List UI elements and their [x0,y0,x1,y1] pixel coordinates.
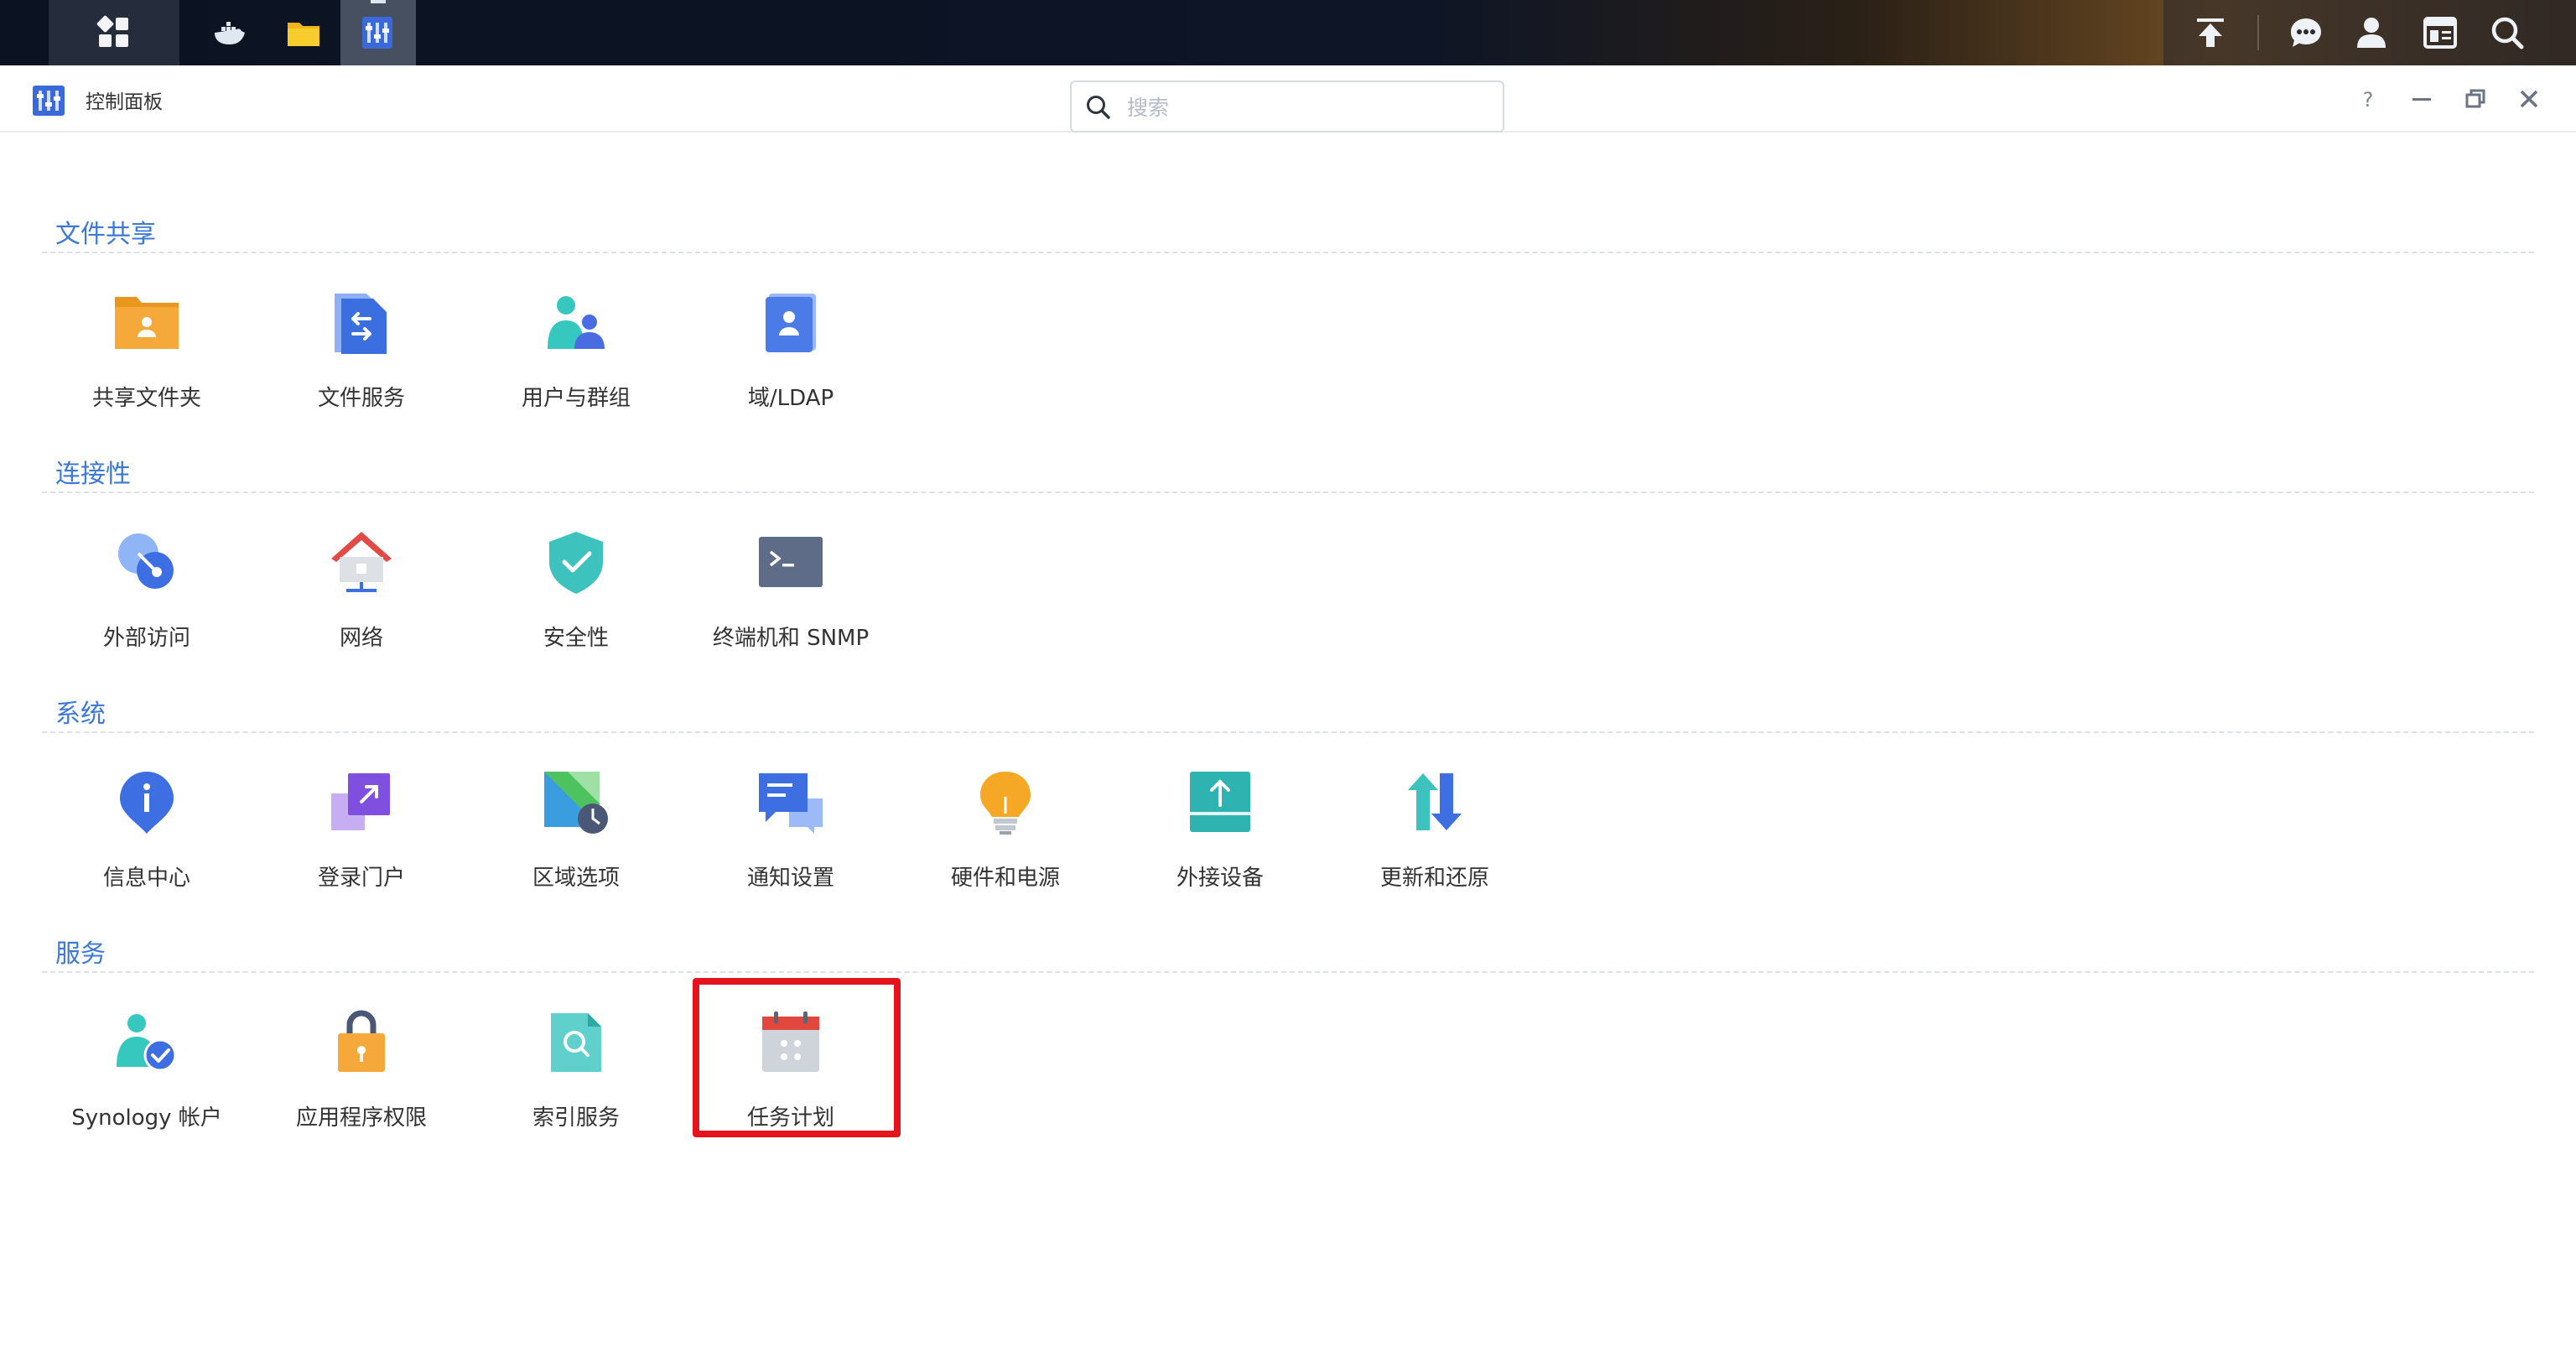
file-services-icon [335,294,387,354]
item-label: 安全性 [543,626,609,651]
item-label: 区域选项 [532,866,620,891]
app-privileges-icon [338,1010,385,1072]
control-panel-app-icon [33,86,65,116]
close-icon[interactable] [2516,86,2542,112]
item-label: Synology 帐户 [71,1105,222,1131]
user-group-icon [548,296,605,349]
item-indexing-service[interactable]: 索引服务 [471,1001,681,1152]
item-security[interactable]: 安全性 [471,522,681,673]
item-shared-folder[interactable]: 共享文件夹 [42,282,252,433]
shared-folder-icon [115,297,179,349]
item-network[interactable]: 网络 [257,522,466,673]
item-file-services[interactable]: 文件服务 [257,282,466,433]
file-station-icon[interactable] [285,14,322,51]
item-label: 通知设置 [746,866,834,891]
item-domain-ldap[interactable]: 域/LDAP [686,282,896,433]
svg-text:?: ? [2363,88,2374,112]
section-title: 服务 [55,939,106,969]
section-divider [42,731,2534,733]
indexing-service-icon [551,1013,601,1072]
tray-separator [2257,15,2259,50]
main-menu-button[interactable] [49,0,179,65]
section-title: 连接性 [55,460,131,489]
section-divider [42,252,2534,253]
item-label: 索引服务 [532,1105,620,1131]
regional-options-icon [544,772,608,834]
network-icon [331,532,392,592]
search-icon[interactable] [2489,14,2526,51]
item-label: 终端机和 SNMP [712,626,870,651]
item-label: 更新和还原 [1379,866,1489,891]
widgets-icon[interactable] [2422,14,2459,51]
login-portal-icon [331,773,390,830]
item-label: 信息中心 [102,866,190,891]
search-box[interactable] [1070,81,1504,133]
synology-account-icon [117,1014,177,1072]
section-title: 系统 [55,700,106,729]
control-panel-taskbar-icon[interactable] [359,14,396,51]
section-title: 文件共享 [55,220,156,249]
active-indicator [371,0,386,3]
item-label: 用户与群组 [521,386,631,411]
item-regional-options[interactable]: 区域选项 [471,762,681,913]
item-update-restore[interactable]: 更新和还原 [1330,762,1540,913]
window-title: 控制面板 [86,91,163,113]
external-devices-icon [1190,772,1250,832]
search-icon [1087,96,1110,119]
item-external-access[interactable]: 外部访问 [42,522,252,673]
upload-queue-icon[interactable] [2192,14,2229,51]
highlight-box [693,978,901,1137]
info-center-icon [120,772,174,834]
external-access-icon [118,533,174,589]
item-login-portal[interactable]: 登录门户 [257,762,466,913]
item-label: 文件服务 [317,386,405,411]
item-label: 共享文件夹 [91,386,201,411]
hardware-power-icon [980,772,1031,835]
item-label: 外部访问 [102,626,190,651]
item-label: 外接设备 [1176,866,1264,891]
chat-bubble-icon[interactable] [2288,14,2324,51]
domain-ldap-icon [766,294,816,352]
item-notification[interactable]: 通知设置 [686,762,896,913]
item-label: 登录门户 [317,866,405,891]
docker-whale-icon[interactable] [211,14,248,51]
section-divider [42,971,2534,973]
security-shield-icon [549,532,603,594]
user-profile-icon[interactable] [2353,14,2390,51]
item-label: 应用程序权限 [295,1105,427,1131]
item-user-group[interactable]: 用户与群组 [471,282,681,433]
search-input[interactable] [1125,89,1489,126]
item-label: 硬件和电源 [950,866,1060,891]
grid-menu-icon [96,15,128,47]
terminal-icon [759,537,823,587]
item-hardware-power[interactable]: 硬件和电源 [901,762,1110,913]
item-info-center[interactable]: 信息中心 [42,762,252,913]
control-panel-window: 控制面板 ? [0,65,2576,1347]
item-terminal-snmp[interactable]: 终端机和 SNMP [686,522,896,673]
update-restore-icon [1408,773,1462,830]
item-external-devices[interactable]: 外接设备 [1115,762,1325,913]
section-divider [42,491,2534,493]
help-icon[interactable]: ? [2355,86,2381,112]
minimize-icon[interactable] [2408,86,2435,112]
item-label: 域/LDAP [747,386,834,411]
taskbar [0,0,2576,65]
restore-icon[interactable] [2462,86,2489,112]
notification-icon [759,773,823,834]
item-synology-account[interactable]: Synology 帐户 [42,1001,252,1152]
item-app-privileges[interactable]: 应用程序权限 [257,1001,466,1152]
item-label: 网络 [339,626,383,651]
